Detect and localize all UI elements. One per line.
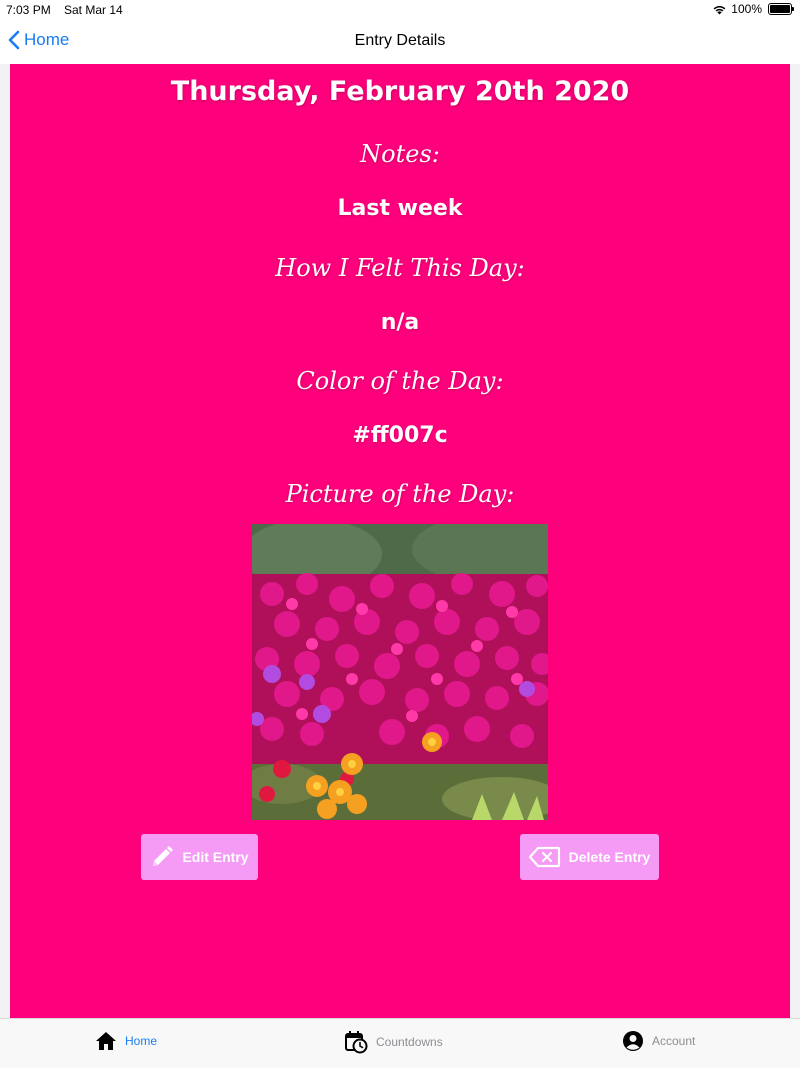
notes-label: Notes: [360, 140, 440, 168]
delete-entry-label: Delete Entry [568, 849, 651, 865]
status-time: 7:03 PM [6, 3, 51, 17]
page-title: Entry Details [354, 32, 446, 49]
delete-backspace-icon [528, 846, 560, 868]
color-label: Color of the Day: [296, 367, 504, 395]
picture-label: Picture of the Day: [285, 480, 515, 508]
status-indicators: 100% [712, 2, 794, 16]
person-circle-icon [623, 1031, 643, 1051]
tab-bar: Home Countdowns Account [0, 1018, 800, 1068]
navigation-bar: Home Entry Details [0, 20, 800, 64]
feeling-value: n/a [380, 310, 420, 335]
delete-entry-button[interactable]: Delete Entry [520, 834, 659, 880]
battery-icon [768, 3, 794, 15]
edit-entry-label: Edit Entry [182, 849, 249, 865]
picture-of-the-day [252, 524, 548, 820]
tab-account[interactable]: Account [622, 1030, 695, 1052]
flower-photo [252, 524, 548, 820]
calendar-clock-icon [345, 1031, 368, 1054]
feeling-label: How I Felt This Day: [275, 254, 525, 282]
edit-entry-button[interactable]: Edit Entry [141, 834, 258, 880]
tab-account-label: Account [652, 1034, 696, 1048]
notes-value: Last week [337, 196, 463, 221]
entry-details-panel: Thursday, February 20th 2020 Notes: Last… [10, 64, 790, 1018]
tab-countdowns-label: Countdowns [376, 1035, 443, 1049]
wifi-icon [713, 5, 726, 14]
entry-date: Thursday, February 20th 2020 [170, 76, 630, 107]
house-icon [96, 1032, 116, 1050]
tab-home-label: Home [125, 1034, 158, 1048]
status-date: Sat Mar 14 [64, 3, 123, 17]
battery-percent: 100% [731, 2, 762, 16]
tab-home[interactable]: Home [95, 1030, 157, 1052]
color-value: #ff007c [352, 423, 448, 448]
status-bar: 7:03 PM Sat Mar 14 100% [0, 0, 800, 20]
tab-countdowns[interactable]: Countdowns [344, 1030, 443, 1054]
pencil-icon [153, 846, 174, 866]
